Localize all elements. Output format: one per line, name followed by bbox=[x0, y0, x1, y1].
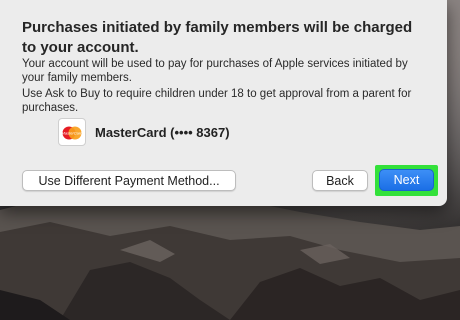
ask-to-buy-text: Use Ask to Buy to require children under… bbox=[22, 88, 412, 114]
back-button[interactable]: Back bbox=[312, 170, 368, 191]
next-button[interactable]: Next bbox=[379, 169, 434, 191]
mastercard-logo-text: MasterCard bbox=[62, 131, 84, 136]
use-different-payment-button[interactable]: Use Different Payment Method... bbox=[22, 170, 236, 191]
family-sharing-payment-dialog: Purchases initiated by family members wi… bbox=[0, 0, 447, 206]
card-label: MasterCard (•••• 8367) bbox=[95, 124, 230, 140]
dialog-title: Purchases initiated by family members wi… bbox=[22, 19, 413, 56]
payment-card-row: MasterCard MasterCard (•••• 8367) bbox=[58, 117, 230, 147]
mastercard-circles: MasterCard bbox=[62, 126, 84, 140]
mastercard-logo-icon: MasterCard bbox=[58, 118, 86, 146]
payment-info-text: Your account will be used to pay for pur… bbox=[22, 58, 408, 84]
